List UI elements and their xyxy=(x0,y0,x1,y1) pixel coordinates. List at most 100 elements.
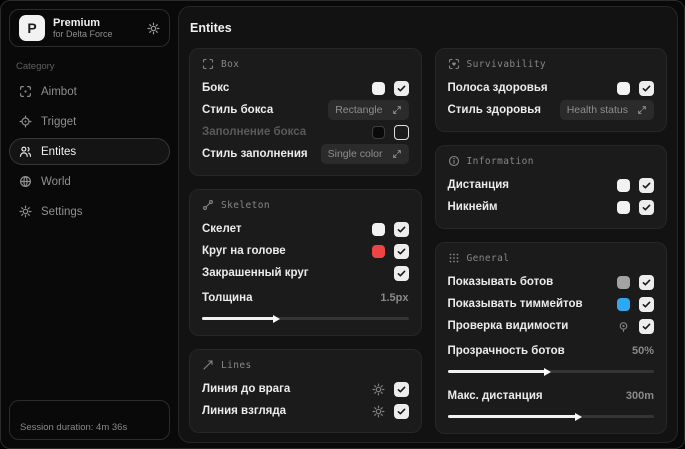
setting-row: Стиль здоровья Health status xyxy=(447,99,654,121)
section-lines: Lines Линия до врага Линия взгляда xyxy=(189,349,422,433)
setting-row: Скелет xyxy=(202,218,409,240)
sidebar-item-trigget[interactable]: Trigget xyxy=(9,108,170,135)
box-style-dropdown[interactable]: Rectangle xyxy=(328,100,409,120)
setting-row: Стиль бокса Rectangle xyxy=(202,99,409,121)
check-icon xyxy=(642,204,651,210)
sidebar-item-label: Aimbot xyxy=(41,85,77,98)
health-style-dropdown[interactable]: Health status xyxy=(559,100,654,120)
setting-label: Полоса здоровья xyxy=(447,82,548,94)
dropdown-value: Rectangle xyxy=(335,104,383,116)
dropdown-value: Health status xyxy=(566,104,628,116)
bot-opacity-setting: Прозрачность ботов 50% xyxy=(447,340,654,376)
checkbox[interactable] xyxy=(639,80,654,96)
checkbox[interactable] xyxy=(393,403,409,419)
checkbox[interactable] xyxy=(393,381,409,397)
max-distance-slider[interactable] xyxy=(447,412,654,421)
setting-label: Толщина xyxy=(202,292,253,304)
color-swatch[interactable] xyxy=(617,297,630,311)
setting-label: Стиль бокса xyxy=(202,104,274,116)
section-box: Box Бокс Стиль бокса Rectangle Заполнени… xyxy=(189,48,422,176)
check-icon xyxy=(397,248,405,254)
check-icon xyxy=(397,408,405,414)
check-icon xyxy=(642,301,651,307)
right-column: Survivability Полоса здоровья Стиль здор… xyxy=(434,48,667,434)
session-duration-label: Session duration: 4m 36s xyxy=(20,422,128,433)
setting-row: Полоса здоровья xyxy=(447,77,654,99)
color-swatch[interactable] xyxy=(617,81,630,95)
slider-value: 50% xyxy=(631,345,654,357)
checkbox[interactable] xyxy=(393,124,409,140)
sidebar-item-aimbot[interactable]: Aimbot xyxy=(9,78,170,105)
section-survivability-header: Survivability xyxy=(448,58,655,70)
section-header-label: Box xyxy=(221,58,240,70)
brand-card: P Premium for Delta Force xyxy=(9,9,170,47)
setting-row: Толщина 1.5px xyxy=(202,287,409,309)
setting-row: Дистанция xyxy=(448,174,654,196)
sidebar-item-label: World xyxy=(41,175,71,188)
checkbox[interactable] xyxy=(393,80,409,96)
gear-icon[interactable] xyxy=(371,404,385,418)
check-icon xyxy=(642,182,651,188)
brand-text: Premium for Delta Force xyxy=(53,17,113,40)
box-corners-icon xyxy=(202,58,214,70)
check-icon xyxy=(642,279,651,285)
section-header-label: General xyxy=(466,252,510,264)
sidebar: P Premium for Delta Force Category Aimbo… xyxy=(1,1,178,448)
checkbox[interactable] xyxy=(639,177,654,193)
checkbox[interactable] xyxy=(393,265,409,281)
checkbox[interactable] xyxy=(639,318,654,334)
section-header-label: Information xyxy=(466,155,534,167)
category-label: Category xyxy=(16,61,55,72)
setting-row: Закрашенный круг xyxy=(202,262,409,284)
setting-row: Линия до врага xyxy=(202,378,409,400)
slider-thumb[interactable] xyxy=(574,412,582,421)
columns: Box Бокс Стиль бокса Rectangle Заполнени… xyxy=(189,48,667,434)
setting-row: Стиль заполнения Single color xyxy=(202,143,409,165)
bot-opacity-slider[interactable] xyxy=(447,367,654,376)
section-skeleton: Skeleton Скелет Круг на голове Закрашенн… xyxy=(189,189,422,336)
setting-label: Стиль здоровья xyxy=(447,104,542,116)
sidebar-nav: Aimbot Trigget Entites World Settings xyxy=(9,78,170,225)
checkbox[interactable] xyxy=(639,296,654,312)
gear-icon[interactable] xyxy=(147,21,160,35)
gear-icon xyxy=(19,205,32,218)
heart-viewfinder-icon xyxy=(448,58,459,70)
setting-row: Заполнение бокса xyxy=(202,121,409,143)
color-swatch[interactable] xyxy=(617,200,630,214)
color-swatch[interactable] xyxy=(371,222,385,236)
setting-label: Никнейм xyxy=(447,201,498,213)
sidebar-item-entites[interactable]: Entites xyxy=(9,138,170,165)
checkbox[interactable] xyxy=(393,243,409,259)
slider-thumb[interactable] xyxy=(273,314,281,323)
left-column: Box Бокс Стиль бокса Rectangle Заполнени… xyxy=(189,48,422,434)
fill-style-dropdown[interactable]: Single color xyxy=(320,144,409,164)
checkbox[interactable] xyxy=(639,274,654,290)
section-lines-header: Lines xyxy=(202,359,409,371)
color-swatch[interactable] xyxy=(371,81,385,95)
color-swatch[interactable] xyxy=(371,244,385,258)
info-icon xyxy=(448,155,459,167)
sidebar-item-label: Settings xyxy=(41,205,83,218)
entities-people-icon xyxy=(19,146,32,157)
thickness-slider[interactable] xyxy=(202,314,409,323)
page-title: Entites xyxy=(190,21,232,35)
color-swatch[interactable] xyxy=(617,275,630,289)
sidebar-item-world[interactable]: World xyxy=(9,168,170,195)
thickness-setting: Толщина 1.5px xyxy=(202,287,409,323)
visibility-target-icon[interactable] xyxy=(617,320,630,333)
sidebar-item-label: Entites xyxy=(41,145,77,158)
dropdown-value: Single color xyxy=(327,148,383,160)
setting-label: Показывать ботов xyxy=(447,276,554,288)
app-window: P Premium for Delta Force Category Aimbo… xyxy=(0,0,685,449)
color-swatch[interactable] xyxy=(371,125,385,139)
checkbox[interactable] xyxy=(639,199,654,215)
max-distance-setting: Макс. дистанция 300m xyxy=(447,385,654,421)
color-swatch[interactable] xyxy=(617,178,630,192)
slider-thumb[interactable] xyxy=(543,367,551,376)
setting-label: Линия до врага xyxy=(202,383,291,395)
checkbox[interactable] xyxy=(393,221,409,237)
setting-label: Круг на голове xyxy=(202,245,286,257)
expand-icon xyxy=(638,106,646,114)
sidebar-item-settings[interactable]: Settings xyxy=(9,198,170,225)
gear-icon[interactable] xyxy=(371,382,385,396)
